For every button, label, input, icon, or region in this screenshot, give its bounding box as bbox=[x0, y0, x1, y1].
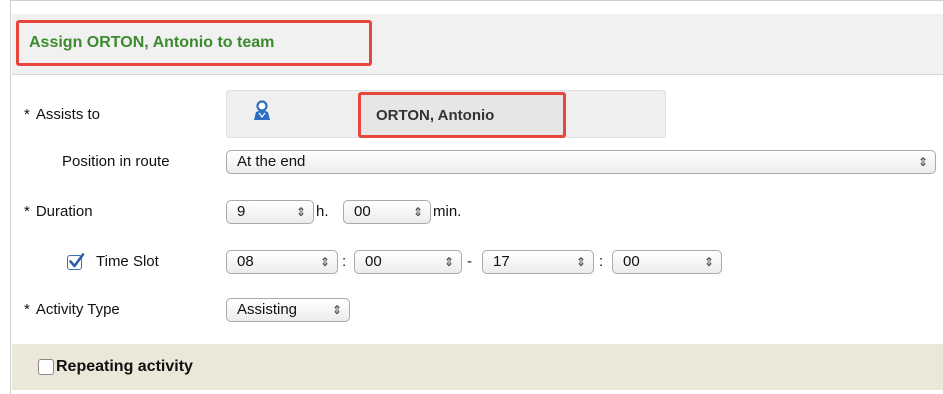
time-slot-checkbox[interactable] bbox=[67, 253, 85, 270]
duration-label-text: Duration bbox=[35, 203, 93, 220]
duration-minutes-value: 00 bbox=[354, 203, 371, 220]
start-hour-value: 08 bbox=[237, 253, 254, 270]
required-mark: * bbox=[24, 301, 30, 318]
duration-minutes-select[interactable]: 00 ⇕ bbox=[343, 200, 431, 224]
time-colon: : bbox=[599, 253, 604, 270]
position-in-route-label: Position in route bbox=[62, 153, 170, 170]
end-minute-value: 00 bbox=[623, 253, 640, 270]
time-slot-end-hour-select[interactable]: 17 ⇕ bbox=[482, 250, 594, 274]
duration-hours-select[interactable]: 9 ⇕ bbox=[226, 200, 314, 224]
up-down-arrows-icon: ⇕ bbox=[331, 303, 342, 317]
repeating-activity-label: Repeating activity bbox=[56, 358, 193, 375]
up-down-arrows-icon: ⇕ bbox=[917, 155, 928, 169]
up-down-arrows-icon: ⇕ bbox=[319, 255, 330, 269]
start-minute-value: 00 bbox=[365, 253, 382, 270]
activity-type-select[interactable]: Assisting ⇕ bbox=[226, 298, 350, 322]
person-icon[interactable] bbox=[252, 100, 272, 122]
frame-top-border bbox=[10, 0, 943, 1]
assignee-name: ORTON, Antonio bbox=[376, 106, 495, 124]
up-down-arrows-icon: ⇕ bbox=[443, 255, 454, 269]
time-slot-start-minute-select[interactable]: 00 ⇕ bbox=[354, 250, 462, 274]
up-down-arrows-icon: ⇕ bbox=[703, 255, 714, 269]
position-in-route-select[interactable]: At the end ⇕ bbox=[226, 150, 936, 174]
time-slot-end-minute-select[interactable]: 00 ⇕ bbox=[612, 250, 722, 274]
hours-unit: h. bbox=[316, 203, 329, 220]
activity-type-label-text: Activity Type bbox=[35, 301, 120, 318]
dialog-title-highlight: Assign ORTON, Antonio to team bbox=[16, 20, 372, 66]
minutes-unit: min. bbox=[433, 203, 462, 220]
assignee-name-highlight: ORTON, Antonio bbox=[358, 92, 566, 138]
required-mark: * bbox=[24, 203, 30, 220]
checkmark-icon bbox=[69, 253, 85, 268]
up-down-arrows-icon: ⇕ bbox=[575, 255, 586, 269]
up-down-arrows-icon: ⇕ bbox=[412, 205, 423, 219]
required-mark: * bbox=[24, 106, 30, 123]
activity-type-value: Assisting bbox=[237, 301, 298, 318]
frame-left-border bbox=[10, 0, 11, 394]
duration-hours-value: 9 bbox=[237, 203, 246, 220]
up-down-arrows-icon: ⇕ bbox=[295, 205, 306, 219]
time-colon: : bbox=[342, 253, 347, 270]
repeating-activity-checkbox[interactable] bbox=[38, 359, 54, 375]
position-in-route-value: At the end bbox=[237, 153, 306, 170]
assists-to-label-text: Assists to bbox=[35, 106, 101, 123]
end-hour-value: 17 bbox=[493, 253, 510, 270]
dialog-title: Assign ORTON, Antonio to team bbox=[29, 34, 275, 51]
time-dash: - bbox=[467, 253, 472, 270]
time-slot-start-hour-select[interactable]: 08 ⇕ bbox=[226, 250, 338, 274]
time-slot-label: Time Slot bbox=[96, 253, 159, 270]
duration-label: * Duration bbox=[24, 203, 93, 220]
assists-to-label: * Assists to bbox=[24, 106, 100, 123]
activity-type-label: * Activity Type bbox=[24, 301, 120, 318]
